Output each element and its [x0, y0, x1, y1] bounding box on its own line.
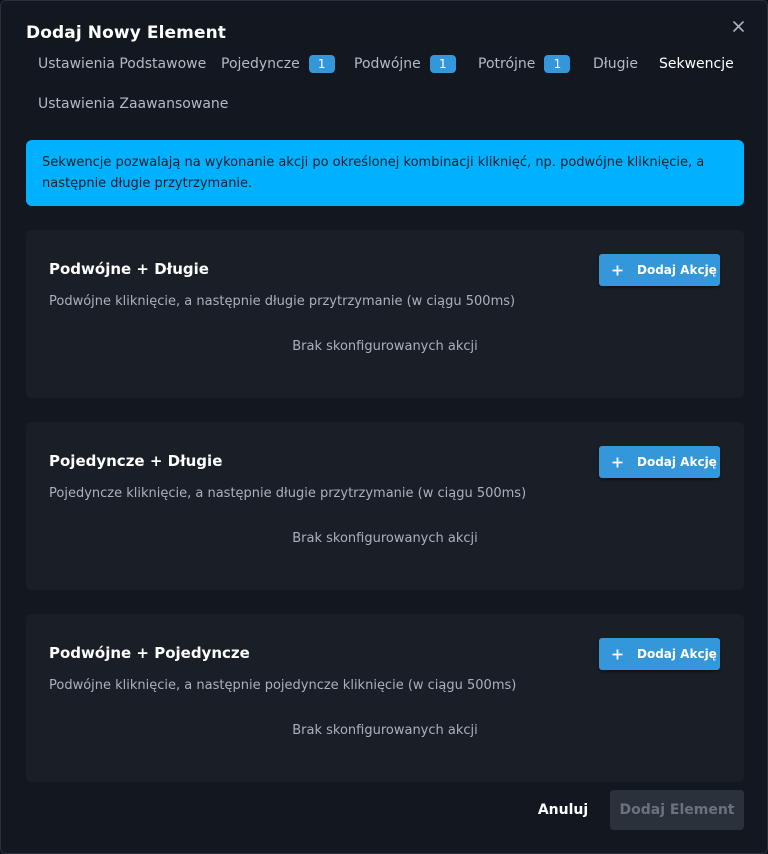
empty-actions-text: Brak skonfigurowanych akcji [292, 723, 478, 738]
close-button[interactable] [727, 15, 749, 37]
sequence-description: Pojedyncze kliknięcie, a następnie długi… [49, 486, 527, 501]
sequence-card-single-long: Pojedyncze + Długie Pojedyncze kliknięci… [26, 422, 744, 590]
plus-icon [612, 265, 623, 275]
sequence-description: Podwójne kliknięcie, a następnie długie … [49, 294, 516, 309]
tab-label: Potrójne [478, 56, 536, 72]
cancel-button[interactable]: Anuluj [527, 791, 599, 829]
tab-label: Długie [593, 56, 639, 72]
sequence-title: Podwójne + Pojedyncze [49, 644, 250, 662]
tab-label: Ustawienia Podstawowe [38, 56, 207, 72]
add-action-label: Dodaj Akcję [637, 647, 717, 661]
add-action-label: Dodaj Akcję [637, 455, 717, 469]
tab-single[interactable]: Pojedyncze 1 [209, 46, 347, 82]
sequence-description: Podwójne kliknięcie, a następnie pojedyn… [49, 678, 517, 693]
tab-label: Pojedyncze [221, 56, 300, 72]
tab-label: Ustawienia Zaawansowane [38, 96, 229, 112]
close-icon [732, 20, 744, 32]
tab-label: Sekwencje [659, 56, 734, 72]
empty-actions-text: Brak skonfigurowanych akcji [292, 531, 478, 546]
add-element-button[interactable]: Dodaj Element [610, 790, 744, 830]
plus-icon [612, 457, 623, 467]
tab-long[interactable]: Długie [581, 46, 650, 82]
tab-basic-settings[interactable]: Ustawienia Podstawowe [26, 46, 218, 82]
add-action-button[interactable]: Dodaj Akcję [599, 254, 720, 286]
info-banner: Sekwencje pozwalają na wykonanie akcji p… [26, 140, 744, 206]
tab-advanced-settings[interactable]: Ustawienia Zaawansowane [26, 86, 240, 122]
count-badge: 1 [308, 55, 335, 73]
add-element-dialog: Dodaj Nowy Element Ustawienia Podstawowe… [0, 0, 768, 854]
add-action-button[interactable]: Dodaj Akcję [599, 446, 720, 478]
sequence-title: Pojedyncze + Długie [49, 452, 223, 470]
sequence-title: Podwójne + Długie [49, 260, 209, 278]
sequence-card-double-long: Podwójne + Długie Podwójne kliknięcie, a… [26, 230, 744, 398]
add-action-label: Dodaj Akcję [637, 263, 717, 277]
dialog-title: Dodaj Nowy Element [26, 23, 227, 43]
tab-label: Podwójne [354, 56, 421, 72]
info-text: Sekwencje pozwalają na wykonanie akcji p… [42, 155, 705, 191]
tab-triple[interactable]: Potrójne 1 [466, 46, 582, 82]
empty-actions-text: Brak skonfigurowanych akcji [292, 339, 478, 354]
sequence-card-double-single: Podwójne + Pojedyncze Podwójne kliknięci… [26, 614, 744, 782]
plus-icon [612, 649, 623, 659]
tab-double[interactable]: Podwójne 1 [342, 46, 468, 82]
count-badge: 1 [429, 55, 456, 73]
tab-sequences[interactable]: Sekwencje [647, 46, 746, 82]
add-action-button[interactable]: Dodaj Akcję [599, 638, 720, 670]
count-badge: 1 [544, 55, 571, 73]
